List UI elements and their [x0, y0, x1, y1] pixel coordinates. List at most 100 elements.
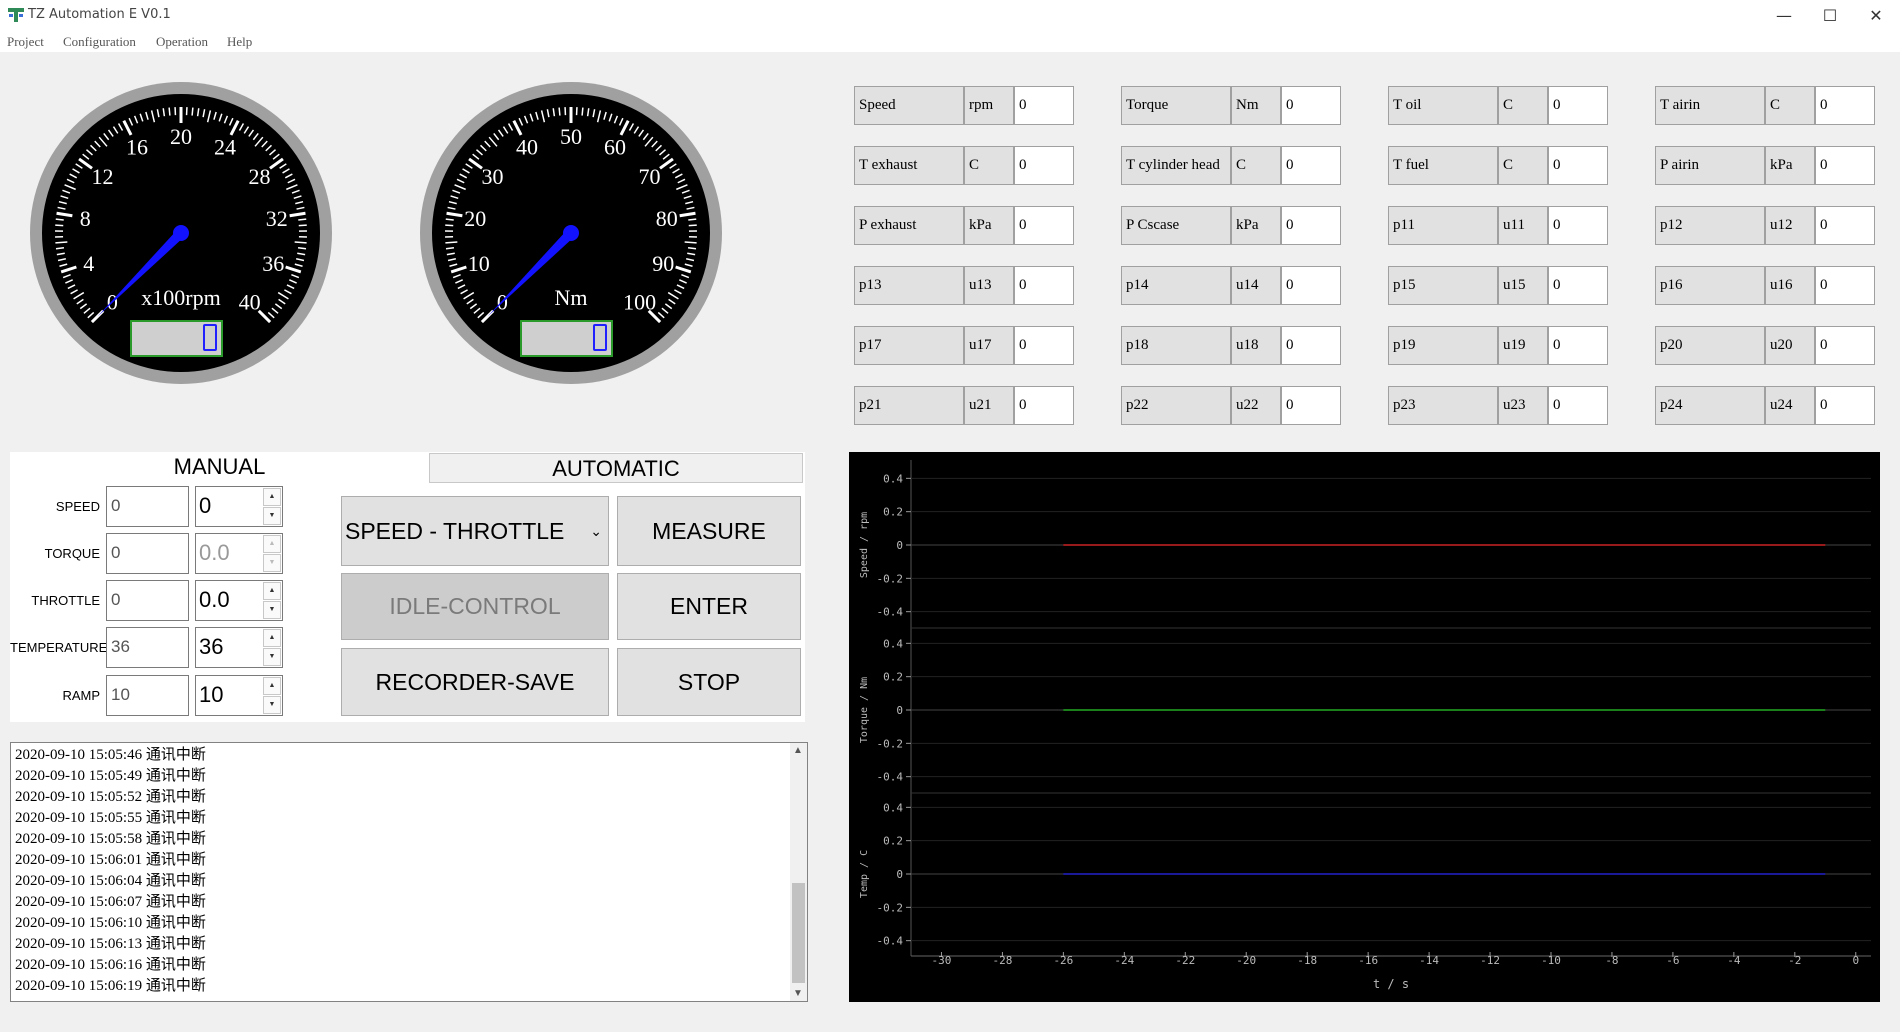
chart-x-tick-label: -22 [1175, 954, 1195, 967]
param-value-field[interactable]: 0 [1548, 146, 1608, 185]
chart-x-tick-label: -6 [1666, 954, 1679, 967]
chart-x-tick-label: -24 [1114, 954, 1134, 967]
spin-up-icon[interactable]: ▲ [263, 582, 281, 600]
log-scrollbar-thumb[interactable] [792, 883, 805, 983]
manual-label-speed: SPEED [55, 499, 100, 514]
param-value-field[interactable]: 0 [1281, 206, 1341, 245]
param-value-field[interactable]: 0 [1815, 266, 1875, 305]
manual-stepper-speed[interactable]: 0 ▲ ▼ [195, 486, 283, 527]
param-value-field[interactable]: 0 [1014, 86, 1074, 125]
chart-y-tick-label: 0.2 [883, 671, 903, 684]
spin-up-icon[interactable]: ▲ [263, 535, 281, 553]
trend-chart: 0.4 0.2 0 -0.2 -0.4 Speed / rpm 0.4 0.2 0 -0.2 -0.… [849, 452, 1880, 1002]
param-value-field[interactable]: 0 [1815, 206, 1875, 245]
chart-y-tick-label: -0.4 [877, 771, 904, 784]
param-value-field[interactable]: 0 [1281, 386, 1341, 425]
spin-up-icon[interactable]: ▲ [263, 629, 281, 647]
manual-stepper-torque[interactable]: 0.0 ▲ ▼ [195, 533, 283, 574]
gauge-tick-label: 12 [92, 164, 114, 189]
param-name: Speed [854, 86, 964, 125]
param-value-field[interactable]: 0 [1281, 86, 1341, 125]
mode-select[interactable]: SPEED - THROTTLE ⌄ [341, 496, 609, 566]
manual-input-ramp[interactable]: 10 [106, 675, 189, 716]
param-value-field[interactable]: 0 [1014, 206, 1074, 245]
gauge-tick-label: 4 [83, 251, 94, 276]
param-name: p11 [1388, 206, 1498, 245]
param-value-field[interactable]: 0 [1548, 266, 1608, 305]
chart-y-tick-label: 0.4 [883, 801, 903, 814]
log-entry: 2020-09-10 15:06:16 通讯中断 [15, 957, 206, 973]
param-value-field[interactable]: 0 [1014, 266, 1074, 305]
spin-up-icon[interactable]: ▲ [263, 677, 281, 695]
param-value-field[interactable]: 0 [1014, 326, 1074, 365]
chart-y-tick-label: -0.2 [877, 737, 904, 750]
scroll-down-icon[interactable]: ▼ [793, 988, 803, 999]
maximize-icon[interactable]: ☐ [1808, 0, 1852, 30]
close-icon[interactable]: ✕ [1854, 0, 1898, 30]
param-value-field[interactable]: 0 [1281, 146, 1341, 185]
chart-y-tick-label: 0.2 [883, 506, 903, 519]
torque-gauge-display [520, 320, 613, 357]
title-bar: TZ Automation E V0.1 — ☐ ✕ [0, 0, 1900, 30]
event-log[interactable]: 2020-09-10 15:05:46 通讯中断 2020-09-10 15:05… [10, 742, 808, 1002]
param-value-field[interactable]: 0 [1548, 326, 1608, 365]
menu-configuration[interactable]: Configuration [63, 34, 136, 50]
spin-up-icon[interactable]: ▲ [263, 488, 281, 506]
measure-button[interactable]: MEASURE [617, 496, 801, 566]
param-name: p23 [1388, 386, 1498, 425]
param-value-field[interactable]: 0 [1815, 326, 1875, 365]
torque-gauge-display-digit [593, 324, 607, 351]
manual-stepper-throttle[interactable]: 0.0 ▲ ▼ [195, 580, 283, 621]
gauge-tick [297, 247, 307, 250]
param-value-field[interactable]: 0 [1548, 386, 1608, 425]
param-value-field[interactable]: 0 [1815, 86, 1875, 125]
manual-input-torque[interactable]: 0 [106, 533, 189, 574]
scroll-up-icon[interactable]: ▲ [793, 745, 803, 756]
spin-down-icon[interactable]: ▼ [263, 554, 281, 572]
manual-input-temperature[interactable]: 36 [106, 627, 189, 668]
param-value-field[interactable]: 0 [1281, 266, 1341, 305]
minimize-icon[interactable]: — [1762, 0, 1806, 30]
stepper-value: 10 [199, 682, 224, 707]
spin-down-icon[interactable]: ▼ [263, 507, 281, 525]
param-value-field[interactable]: 0 [1548, 86, 1608, 125]
chart-y-axis-label: Speed / rpm [859, 512, 870, 578]
recorder-save-button[interactable]: RECORDER-SAVE [341, 648, 609, 716]
spin-down-icon[interactable]: ▼ [263, 696, 281, 714]
param-value-field[interactable]: 0 [1815, 146, 1875, 185]
manual-stepper-ramp[interactable]: 10 ▲ ▼ [195, 675, 283, 716]
gauge-tick-label: 24 [214, 135, 236, 160]
param-value-field[interactable]: 0 [1281, 326, 1341, 365]
param-value-field[interactable]: 0 [1014, 386, 1074, 425]
tab-automatic[interactable]: AUTOMATIC [429, 453, 803, 483]
gauge-hub [563, 225, 579, 241]
menu-project[interactable]: Project [7, 34, 44, 50]
param-value-field[interactable]: 0 [1548, 206, 1608, 245]
menu-help[interactable]: Help [227, 34, 252, 50]
enter-button[interactable]: ENTER [617, 573, 801, 640]
log-entry: 2020-09-10 15:06:10 通讯中断 [15, 915, 206, 931]
param-name: p14 [1121, 266, 1231, 305]
gauge-tick-label: 80 [656, 206, 678, 231]
param-unit: u22 [1231, 386, 1281, 425]
idle-control-button[interactable]: IDLE-CONTROL [341, 573, 609, 640]
param-unit: C [1498, 86, 1548, 125]
tab-manual[interactable]: MANUAL [10, 452, 429, 482]
stepper-value: 36 [199, 634, 224, 659]
param-unit: C [1498, 146, 1548, 185]
log-entry: 2020-09-10 15:05:52 通讯中断 [15, 789, 206, 805]
manual-stepper-temperature[interactable]: 36 ▲ ▼ [195, 627, 283, 668]
log-scrollbar[interactable]: ▲ ▼ [790, 743, 807, 1001]
param-value-field[interactable]: 0 [1815, 386, 1875, 425]
stop-button[interactable]: STOP [617, 648, 801, 716]
param-name: p24 [1655, 386, 1765, 425]
manual-input-throttle[interactable]: 0 [106, 580, 189, 621]
spin-down-icon[interactable]: ▼ [263, 601, 281, 619]
param-unit: u13 [964, 266, 1014, 305]
menu-operation[interactable]: Operation [156, 34, 208, 50]
gauge-tick-label: 70 [638, 164, 660, 189]
param-unit: u21 [964, 386, 1014, 425]
param-value-field[interactable]: 0 [1014, 146, 1074, 185]
manual-input-speed[interactable]: 0 [106, 486, 189, 527]
spin-down-icon[interactable]: ▼ [263, 648, 281, 666]
